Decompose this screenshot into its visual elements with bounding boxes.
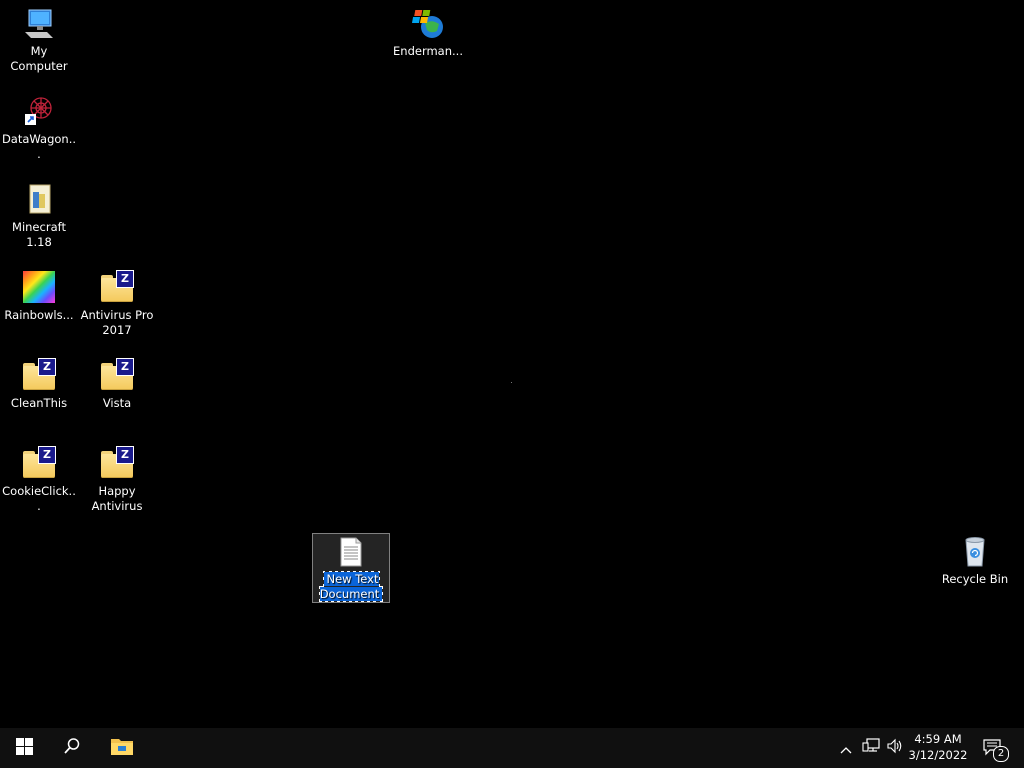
clock-date: 3/12/2022 xyxy=(908,748,968,762)
desktop-icon-happy-antivirus[interactable]: Z Happy Antivirus xyxy=(79,446,155,514)
start-button[interactable] xyxy=(0,728,48,768)
desktop-icon-label: DataWagon... xyxy=(1,132,77,161)
computer-icon xyxy=(21,6,57,42)
volume-icon xyxy=(886,738,904,758)
chevron-up-icon xyxy=(840,739,852,758)
desktop-icon-minecraft[interactable]: Minecraft 1.18 xyxy=(1,182,77,250)
taskbar-file-explorer[interactable] xyxy=(98,728,146,768)
desktop-icon-label: CookieClick... xyxy=(2,484,76,513)
desktop-icon-my-computer[interactable]: My Computer xyxy=(1,6,77,74)
network-icon xyxy=(862,738,880,758)
desktop-icon-enderman[interactable]: Enderman... xyxy=(390,6,466,59)
rename-textbox[interactable]: New Text Document xyxy=(313,571,389,602)
recycle-bin-icon xyxy=(957,534,993,570)
zip-folder-icon: Z xyxy=(21,446,57,482)
cursor-artifact xyxy=(511,382,512,383)
zip-folder-icon: Z xyxy=(99,446,135,482)
rename-text: New Text Document xyxy=(318,571,384,602)
desktop-icon-antivirus-pro-2017[interactable]: Z Antivirus Pro 2017 xyxy=(79,270,155,338)
show-hidden-icons-button[interactable] xyxy=(836,728,856,768)
rainbow-image-icon xyxy=(21,270,57,306)
desktop-icon-vista[interactable]: Z Vista xyxy=(79,358,155,411)
desktop-icon-label: Rainbowls... xyxy=(4,308,74,322)
volume-button[interactable] xyxy=(884,728,906,768)
zip-folder-icon: Z xyxy=(21,358,57,394)
desktop-icon-new-text-document[interactable]: New Text Document xyxy=(312,533,390,603)
desktop-icon-label: Happy Antivirus xyxy=(91,484,143,513)
zip-folder-icon: Z xyxy=(99,270,135,306)
text-document-icon xyxy=(333,536,369,572)
desktop-icon-label: CleanThis xyxy=(10,396,68,410)
desktop-icon-label: Vista xyxy=(102,396,132,410)
file-explorer-icon xyxy=(110,736,134,760)
clock[interactable]: 4:59 AM 3/12/2022 xyxy=(906,731,970,767)
desktop-icon-label: Antivirus Pro 2017 xyxy=(80,308,154,337)
desktop-icon-rainbowls[interactable]: Rainbowls... xyxy=(1,270,77,323)
desktop-icon-recycle-bin[interactable]: Recycle Bin xyxy=(937,534,1013,587)
web-shortcut-icon xyxy=(21,94,57,130)
windows-globe-icon xyxy=(410,6,446,42)
desktop-icon-label: Minecraft 1.18 xyxy=(12,220,66,249)
zip-folder-icon: Z xyxy=(99,358,135,394)
action-center-icon: 2 xyxy=(982,738,1009,762)
search-icon xyxy=(63,737,81,759)
minecraft-file-icon xyxy=(21,182,57,218)
notification-count-badge: 2 xyxy=(993,746,1009,762)
network-button[interactable] xyxy=(860,728,882,768)
desktop-icon-datawagon[interactable]: DataWagon... xyxy=(1,94,77,162)
desktop-icon-label: My Computer xyxy=(10,44,68,73)
desktop-icon-cookieclicker[interactable]: Z CookieClick... xyxy=(1,446,77,514)
windows-start-icon xyxy=(15,737,33,759)
desktop-icon-label: Recycle Bin xyxy=(941,572,1009,586)
desktop-icon-label: Enderman... xyxy=(393,44,463,58)
search-button[interactable] xyxy=(48,728,96,768)
desktop-icon-cleanthis[interactable]: Z CleanThis xyxy=(1,358,77,411)
desktop[interactable]: My Computer Enderman... DataWagon... Min… xyxy=(0,0,1024,728)
action-center-button[interactable]: 2 xyxy=(978,728,1009,768)
clock-time: 4:59 AM xyxy=(914,732,962,746)
taskbar: 4:59 AM 3/12/2022 2 xyxy=(0,728,1024,768)
